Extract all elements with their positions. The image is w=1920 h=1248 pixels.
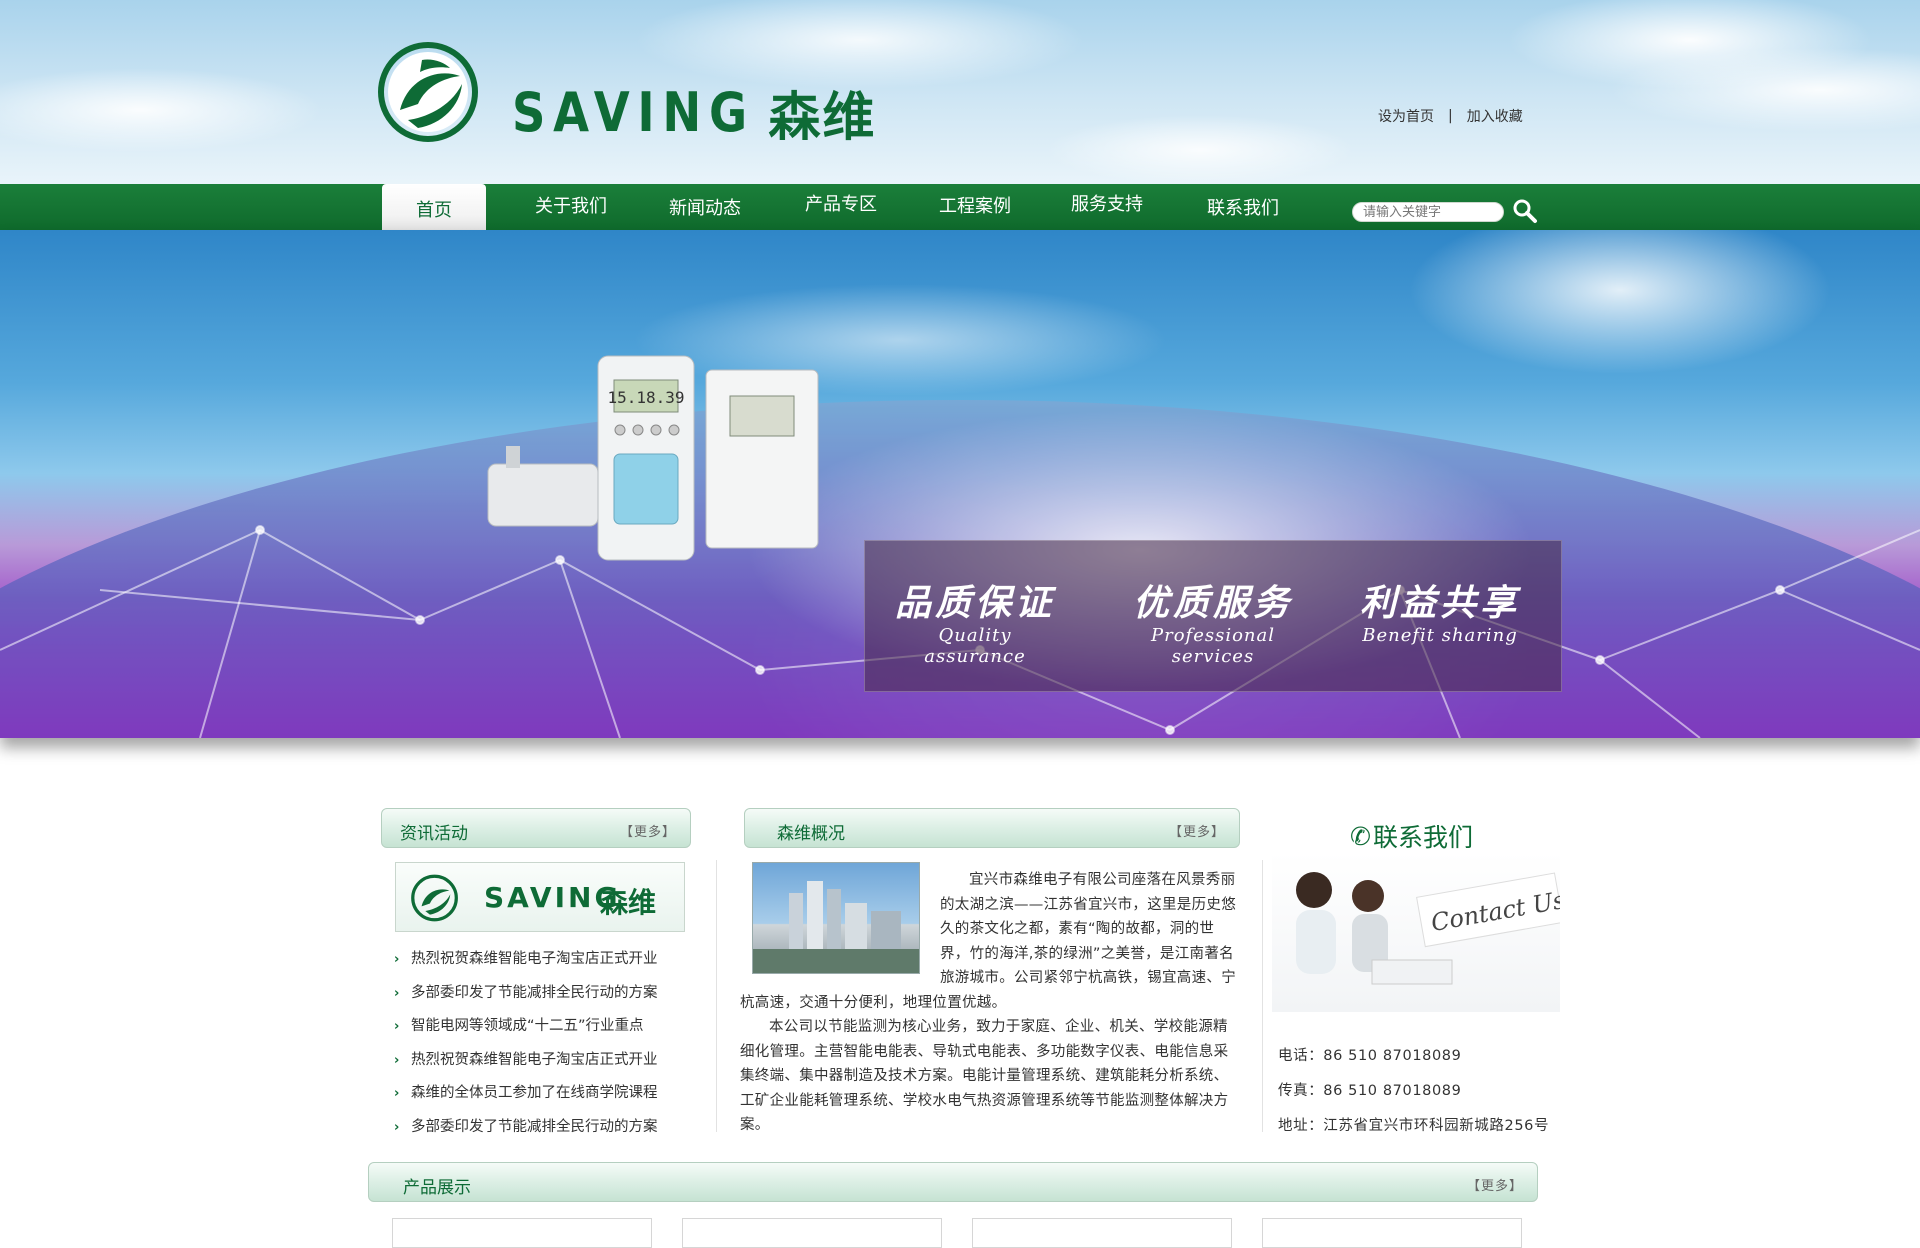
news-item[interactable]: › 多部委印发了节能减排全民行动的方案 <box>394 1114 684 1148</box>
nav-item-cases[interactable]: 工程案例 <box>922 184 1028 230</box>
contact-address: 地址：江苏省宜兴市环科园新城路256号 <box>1278 1118 1550 1134</box>
brand-name-en: SAVING <box>512 80 755 144</box>
news-item[interactable]: › 智能电网等领域成“十二五”行业重点 <box>394 1013 684 1047</box>
set-homepage-link[interactable]: 设为首页 <box>1378 106 1434 126</box>
products-panel-header: 产品展示 【更多】 <box>368 1162 1538 1202</box>
about-paragraph-2: 本公司以节能监测为核心业务，致力于家庭、企业、机关、学校能源精细化管理。主营智能… <box>740 1019 1229 1133</box>
news-item-title: 多部委印发了节能减排全民行动的方案 <box>411 984 658 1001</box>
slogan-service: 优质服务 Professional services <box>1113 583 1313 667</box>
main-nav: 首页 关于我们 新闻动态 产品专区 工程案例 服务支持 联系我们 <box>0 184 1920 230</box>
news-item[interactable]: › 森维的全体员工参加了在线商学院课程 <box>394 1080 684 1114</box>
nav-item-news[interactable]: 新闻动态 <box>652 186 758 232</box>
arrow-right-icon: › <box>394 1052 400 1068</box>
logo-mark-icon <box>411 874 458 922</box>
news-item-title: 智能电网等领域成“十二五”行业重点 <box>411 1018 644 1035</box>
logo-mark-icon <box>378 42 478 142</box>
slogan-panel: 品质保证 Quality assurance 优质服务 Professional… <box>864 540 1562 692</box>
about-panel-header: 森维概况 【更多】 <box>744 808 1240 848</box>
slogan-benefit-en: Benefit sharing <box>1362 625 1518 646</box>
slogan-quality: 品质保证 Quality assurance <box>895 583 1055 667</box>
news-list: › 热烈祝贺森维智能电子淘宝店正式开业 › 多部委印发了节能减排全民行动的方案 › 智… <box>394 946 684 1148</box>
product-card[interactable] <box>1262 1218 1522 1248</box>
news-item[interactable]: › 热烈祝贺森维智能电子淘宝店正式开业 <box>394 946 684 980</box>
column-divider <box>1262 860 1263 1132</box>
contact-us-image: Contact Us! <box>1272 852 1560 1012</box>
slogan-quality-cn: 品质保证 <box>895 582 1056 624</box>
svg-text:15.18.39: 15.18.39 <box>607 388 684 407</box>
top-links-separator: | <box>1448 108 1453 124</box>
news-item-title: 森维的全体员工参加了在线商学院课程 <box>411 1085 658 1102</box>
news-panel-title: 资讯活动 <box>400 824 468 844</box>
customer-service-graphic: Contact Us! <box>1296 872 1560 985</box>
news-item[interactable]: › 多部委印发了节能减排全民行动的方案 <box>394 980 684 1014</box>
product-card[interactable] <box>392 1218 652 1248</box>
brand-name-cn: 森维 <box>768 87 877 148</box>
contact-title: ✆ 联系我们 <box>1350 818 1473 854</box>
nav-item-contact[interactable]: 联系我们 <box>1190 186 1296 232</box>
news-item-title: 多部委印发了节能减排全民行动的方案 <box>411 1118 658 1135</box>
nav-item-about[interactable]: 关于我们 <box>518 184 624 230</box>
top-links: 设为首页 | 加入收藏 <box>1378 106 1523 126</box>
contact-fax: 传真：86 510 87018089 <box>1278 1083 1462 1099</box>
column-divider <box>716 860 717 1132</box>
news-brand-banner: SAVING 森维 <box>395 862 685 932</box>
news-item[interactable]: › 热烈祝贺森维智能电子淘宝店正式开业 <box>394 1047 684 1081</box>
arrow-right-icon: › <box>394 1086 400 1102</box>
nav-item-home[interactable]: 首页 <box>382 184 486 230</box>
hero-banner: 15.18.39 品质保证 Quality assurance 优质服务 Pro… <box>0 230 1920 738</box>
about-text: 宜兴市森维电子有限公司座落在风景秀丽的太湖之滨——江苏省宜兴市，这里是历史悠久的… <box>740 868 1236 1138</box>
contact-phone: 电话：86 510 87018089 <box>1278 1048 1462 1064</box>
arrow-right-icon: › <box>394 1019 400 1035</box>
product-card[interactable] <box>972 1218 1232 1248</box>
about-panel-title: 森维概况 <box>777 824 845 844</box>
nav-item-products[interactable]: 产品专区 <box>788 182 894 228</box>
slogan-service-cn: 优质服务 <box>1132 582 1293 624</box>
news-brand-cn: 森维 <box>600 886 657 919</box>
nav-item-service[interactable]: 服务支持 <box>1054 182 1160 228</box>
product-card[interactable] <box>682 1218 942 1248</box>
arrow-right-icon: › <box>394 1119 400 1135</box>
news-more-link[interactable]: 【更多】 <box>620 821 676 840</box>
products-more-link[interactable]: 【更多】 <box>1467 1175 1523 1194</box>
news-item-title: 热烈祝贺森维智能电子淘宝店正式开业 <box>411 951 658 967</box>
products-panel-title: 产品展示 <box>403 1178 471 1198</box>
search-input[interactable] <box>1363 203 1495 221</box>
slogan-benefit-cn: 利益共享 <box>1359 582 1520 624</box>
add-favorite-link[interactable]: 加入收藏 <box>1467 106 1523 126</box>
header: SAVING 森维 设为首页 | 加入收藏 <box>0 0 1920 184</box>
search-box <box>1352 202 1504 222</box>
slogan-benefit: 利益共享 Benefit sharing <box>1355 583 1525 646</box>
arrow-right-icon: › <box>394 985 400 1001</box>
brand-wordmark: SAVING 森维 <box>512 78 876 148</box>
search-icon[interactable] <box>1512 198 1538 224</box>
slogan-quality-en: Quality assurance <box>924 625 1026 667</box>
about-more-link[interactable]: 【更多】 <box>1169 821 1225 840</box>
contact-title-text: 联系我们 <box>1372 823 1473 852</box>
news-item-title: 热烈祝贺森维智能电子淘宝店正式开业 <box>411 1051 658 1068</box>
phone-icon: ✆ <box>1350 821 1371 851</box>
arrow-right-icon: › <box>394 952 400 967</box>
slogan-service-en: Professional services <box>1150 625 1276 667</box>
news-panel-header: 资讯活动 【更多】 <box>381 808 691 848</box>
product-meters-image: 15.18.39 <box>487 355 819 561</box>
